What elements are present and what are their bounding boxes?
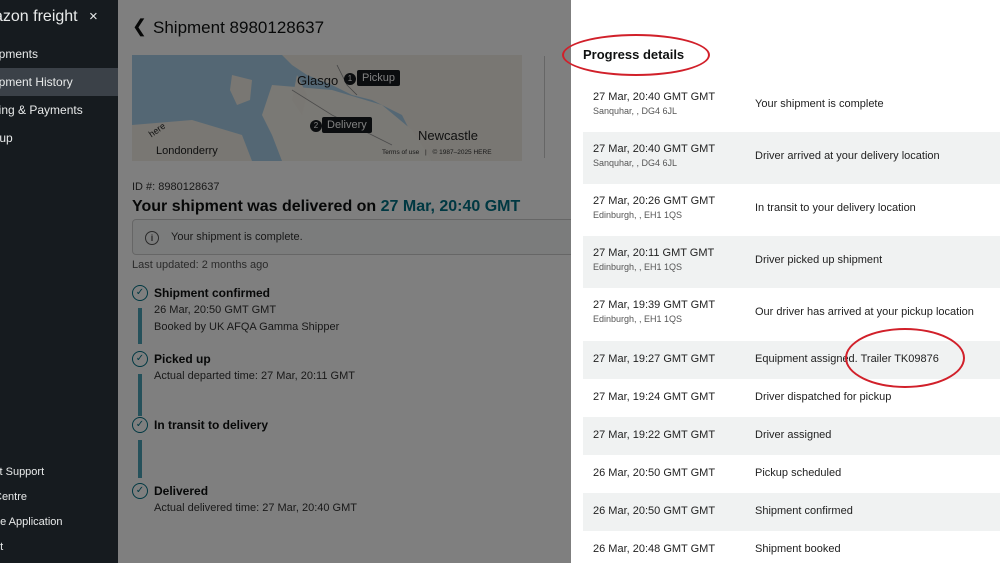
progress-row: 27 Mar, 20:26 GMT GMT Edinburgh, , EH1 1Q… bbox=[583, 184, 1000, 236]
timeline-detail: Actual departed time: 27 Mar, 20:11 GMT bbox=[154, 370, 355, 382]
status-alert: i Your shipment is complete. bbox=[132, 219, 571, 255]
progress-time: 26 Mar, 20:48 GMT GMT bbox=[593, 543, 716, 555]
progress-title: Progress details bbox=[583, 47, 685, 62]
progress-row: 27 Mar, 19:24 GMT GMT Driver dispatched f… bbox=[583, 379, 1000, 417]
progress-time: 27 Mar, 20:40 GMT GMT bbox=[593, 91, 716, 103]
progress-location: Sanquhar, , DG4 6JL bbox=[593, 158, 678, 168]
progress-time: 27 Mar, 20:40 GMT GMT bbox=[593, 143, 716, 155]
check-circle-icon: ✓ bbox=[132, 351, 148, 367]
map-copyright: © 1987–2025 HERE bbox=[432, 149, 492, 156]
pickup-pin-icon[interactable]: 1 bbox=[344, 73, 356, 85]
progress-event: Shipment booked bbox=[755, 543, 841, 555]
progress-event: In transit to your delivery location bbox=[755, 202, 916, 214]
check-circle-icon: ✓ bbox=[132, 417, 148, 433]
sidebar-item-shipments[interactable]: ipments bbox=[0, 40, 118, 68]
sidebar-item-help-centre[interactable]: Centre bbox=[0, 485, 118, 510]
sidebar: azon freight × ipments ipment History li… bbox=[0, 0, 118, 563]
timeline-title: Delivered bbox=[154, 484, 209, 498]
shipment-id: ID #: 8980128637 bbox=[132, 181, 220, 193]
sidebar-item-setup[interactable]: tup bbox=[0, 124, 118, 152]
progress-row: 26 Mar, 20:50 GMT GMT Pickup scheduled bbox=[583, 455, 1000, 493]
progress-event: Driver picked up shipment bbox=[755, 254, 883, 266]
page-title: Shipment 8980128637 bbox=[153, 18, 325, 37]
progress-event: Shipment confirmed bbox=[755, 505, 853, 517]
progress-event: Driver dispatched for pickup bbox=[755, 391, 892, 403]
terms-link[interactable]: Terms of use bbox=[382, 149, 419, 156]
brand-logo: azon freight bbox=[0, 8, 78, 25]
progress-time: 27 Mar, 19:22 GMT GMT bbox=[593, 429, 716, 441]
delivery-headline: Your shipment was delivered on 27 Mar, 2… bbox=[132, 198, 520, 216]
progress-row: 26 Mar, 20:50 GMT GMT Shipment confirmed bbox=[583, 493, 1000, 531]
map-label-glasgow: Glasgo bbox=[297, 73, 339, 88]
delivery-pin-icon[interactable]: 2 bbox=[310, 120, 322, 132]
delivery-label[interactable]: Delivery bbox=[322, 117, 372, 133]
alert-text: Your shipment is complete. bbox=[171, 231, 303, 243]
progress-location: Edinburgh, , EH1 1QS bbox=[593, 314, 683, 324]
timeline-title: In transit to delivery bbox=[154, 418, 269, 432]
sidebar-item-logout[interactable]: ut bbox=[0, 535, 118, 560]
progress-row: 27 Mar, 19:27 GMT GMT Equipment assigned.… bbox=[583, 341, 1000, 379]
info-icon: i bbox=[145, 231, 159, 245]
progress-location: Edinburgh, , EH1 1QS bbox=[593, 262, 683, 272]
timeline-detail: Booked by UK AFQA Gamma Shipper bbox=[154, 321, 340, 333]
progress-row: 26 Mar, 20:48 GMT GMT Shipment booked bbox=[583, 531, 1000, 563]
divider bbox=[544, 56, 545, 158]
progress-row: 27 Mar, 20:40 GMT GMT Sanquhar, , DG4 6JL… bbox=[583, 132, 1000, 184]
timeline-detail: Actual delivered time: 27 Mar, 20:40 GMT bbox=[154, 502, 357, 514]
progress-time: 27 Mar, 19:27 GMT GMT bbox=[593, 353, 716, 365]
map-label-newcastle: Newcastle bbox=[418, 128, 478, 143]
timeline-title: Shipment confirmed bbox=[154, 286, 271, 300]
progress-event: Pickup scheduled bbox=[755, 467, 842, 479]
progress-time: 26 Mar, 20:50 GMT GMT bbox=[593, 467, 716, 479]
sidebar-item-shipment-history[interactable]: ipment History bbox=[0, 68, 118, 96]
sidebar-item-contact-support[interactable]: ct Support bbox=[0, 460, 118, 485]
progress-location: Edinburgh, , EH1 1QS bbox=[593, 210, 683, 220]
timeline-connector bbox=[138, 308, 142, 344]
progress-details-panel: Progress details 27 Mar, 20:40 GMT GMT Sa… bbox=[571, 0, 1000, 563]
progress-row: 27 Mar, 19:39 GMT GMT Edinburgh, , EH1 1Q… bbox=[583, 288, 1000, 341]
close-icon[interactable]: × bbox=[89, 8, 98, 25]
progress-event: Driver assigned bbox=[755, 429, 832, 441]
progress-event: Driver arrived at your delivery location bbox=[755, 150, 940, 162]
progress-time: 27 Mar, 19:24 GMT GMT bbox=[593, 391, 716, 403]
delivery-date: 27 Mar, 20:40 GMT bbox=[380, 198, 521, 215]
map-attribution[interactable]: Terms of use | © 1987–2025 HERE bbox=[382, 149, 492, 156]
sidebar-item-billing-payments[interactable]: ling & Payments bbox=[0, 96, 118, 124]
progress-event: Your shipment is complete bbox=[755, 98, 884, 110]
progress-event: Equipment assigned. Trailer TK09876 bbox=[755, 353, 939, 365]
sidebar-item-application[interactable]: he Application bbox=[0, 510, 118, 535]
shipment-detail: ❮ Shipment 8980128637 Glasgo Newcastle L… bbox=[118, 0, 571, 563]
check-circle-icon: ✓ bbox=[132, 285, 148, 301]
progress-row: 27 Mar, 20:11 GMT GMT Edinburgh, , EH1 1Q… bbox=[583, 236, 1000, 288]
last-updated: Last updated: 2 months ago bbox=[132, 259, 269, 271]
progress-event: Our driver has arrived at your pickup lo… bbox=[755, 306, 974, 318]
delivery-headline-prefix: Your shipment was delivered on bbox=[132, 198, 381, 215]
progress-row: 27 Mar, 19:22 GMT GMT Driver assigned bbox=[583, 417, 1000, 455]
progress-time: 27 Mar, 19:39 GMT GMT bbox=[593, 299, 716, 311]
pickup-label[interactable]: Pickup bbox=[357, 70, 401, 86]
progress-time: 27 Mar, 20:26 GMT GMT bbox=[593, 195, 716, 207]
timeline-detail: 26 Mar, 20:50 GMT GMT bbox=[154, 304, 277, 316]
check-circle-icon: ✓ bbox=[132, 483, 148, 499]
timeline-connector bbox=[138, 440, 142, 478]
progress-time: 27 Mar, 20:11 GMT GMT bbox=[593, 247, 715, 259]
timeline-title: Picked up bbox=[154, 352, 211, 366]
progress-list: 27 Mar, 20:40 GMT GMT Sanquhar, , DG4 6JL… bbox=[583, 80, 1000, 563]
map-label-londonderry: Londonderry bbox=[156, 145, 218, 157]
progress-location: Sanquhar, , DG4 6JL bbox=[593, 106, 678, 116]
progress-time: 26 Mar, 20:50 GMT GMT bbox=[593, 505, 716, 517]
sidebar-footer: ct Support Centre he Application ut bbox=[0, 460, 118, 560]
progress-row: 27 Mar, 20:40 GMT GMT Sanquhar, , DG4 6JL… bbox=[583, 80, 1000, 132]
sidebar-nav: ipments ipment History ling & Payments t… bbox=[0, 40, 118, 152]
route-map[interactable]: Glasgo Newcastle Londonderry here 1 Pick… bbox=[132, 55, 522, 161]
timeline-connector bbox=[138, 374, 142, 416]
back-chevron-icon[interactable]: ❮ bbox=[132, 16, 147, 37]
